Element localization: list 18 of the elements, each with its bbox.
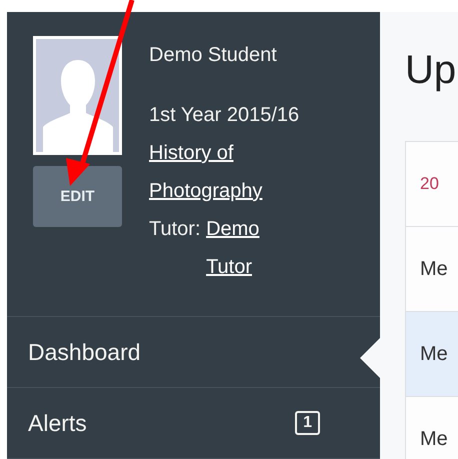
tutor-link[interactable]: Demo Tutor — [206, 210, 262, 286]
row-text: Me — [420, 342, 448, 366]
page-heading: Up — [405, 48, 458, 93]
table-row[interactable]: Me — [406, 312, 458, 397]
table-row[interactable]: Me — [406, 397, 458, 459]
row-text: 20 — [420, 174, 439, 194]
nav-label: Alerts — [28, 410, 87, 436]
table-row[interactable]: Me — [406, 227, 458, 312]
table-row[interactable]: 20 — [406, 142, 458, 227]
tutor-label: Tutor: — [149, 218, 200, 240]
edit-button[interactable]: EDIT — [33, 166, 122, 227]
row-text: Me — [420, 428, 448, 450]
year-label: 1st Year 2015/16 — [149, 103, 300, 128]
nav-label: Dashboard — [28, 338, 141, 366]
student-name: Demo Student — [149, 43, 278, 68]
count-badge: 1 — [295, 411, 320, 435]
row-text: Me — [420, 258, 448, 280]
course-link[interactable]: History of Photography — [149, 134, 309, 210]
